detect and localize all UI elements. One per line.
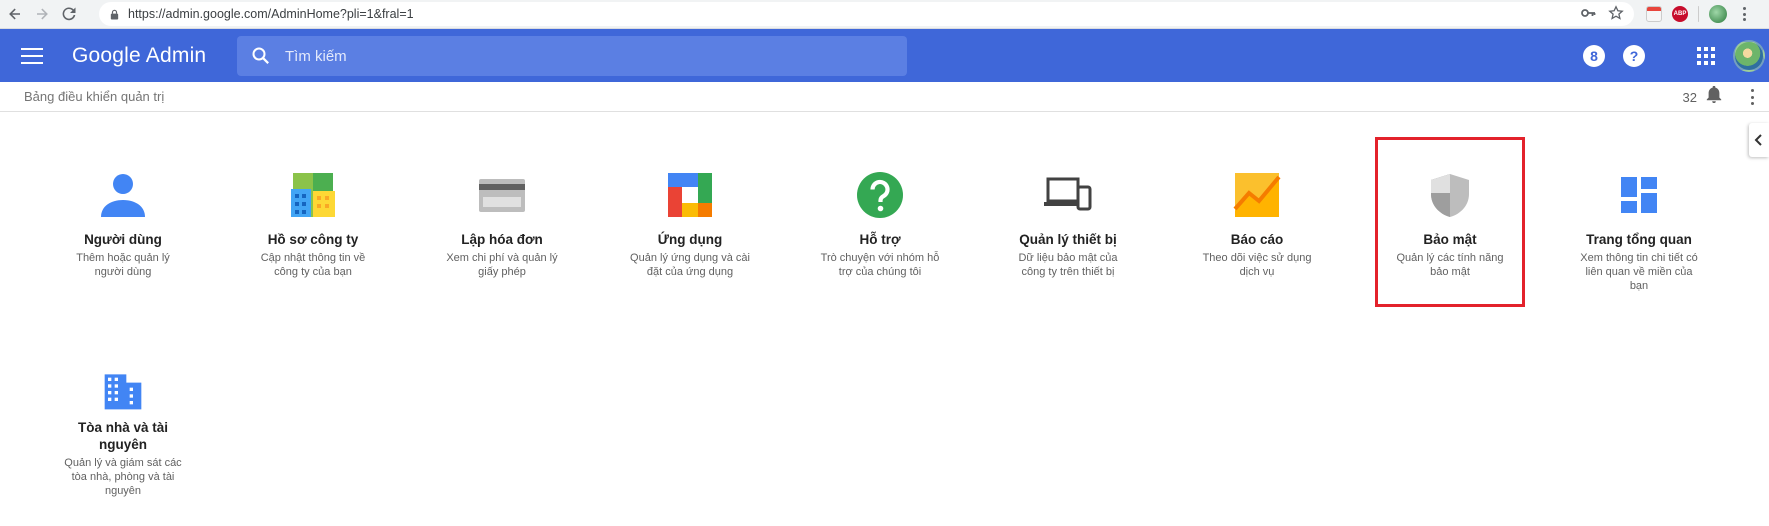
url-text: https://admin.google.com/AdminHome?pli=1… <box>128 7 414 21</box>
app-brand[interactable]: Google Admin <box>72 44 206 68</box>
tile-reports[interactable]: Báo cáo Theo dõi việc sử dụng dịch vụ <box>1187 171 1327 279</box>
forward-icon[interactable] <box>30 2 54 26</box>
notification-count: 32 <box>1682 89 1697 105</box>
collapse-panel-icon[interactable] <box>1749 123 1769 157</box>
breadcrumb[interactable]: Bảng điều khiển quản trị <box>24 89 164 104</box>
dashboard-icon <box>1621 177 1657 213</box>
app-header: Google Admin 8 ? <box>0 29 1769 82</box>
tile-company-profile[interactable]: Hồ sơ công ty Cập nhật thông tin về công… <box>243 171 383 279</box>
tile-desc: Xem chi phí và quản lý giấy phép <box>446 252 558 278</box>
company-buildings-icon <box>291 173 335 217</box>
tile-title: Hồ sơ công ty <box>267 232 359 247</box>
tile-title: Báo cáo <box>1230 232 1284 247</box>
tile-title: Người dùng <box>84 232 162 247</box>
back-icon[interactable] <box>3 2 27 26</box>
reports-chart-icon <box>1233 173 1281 217</box>
hamburger-menu-icon[interactable] <box>21 47 43 64</box>
apps-launcher-icon[interactable] <box>1697 46 1715 65</box>
credit-card-icon <box>479 179 525 212</box>
devices-icon <box>1044 177 1092 211</box>
separator-icon <box>1698 6 1699 22</box>
tile-device-management[interactable]: Quản lý thiết bị Dữ liệu bảo mật của côn… <box>998 171 1138 279</box>
reload-icon[interactable] <box>57 2 81 26</box>
tile-title: Quản lý thiết bị <box>1019 232 1117 247</box>
tile-title: Hỗ trợ <box>859 232 901 247</box>
browser-toolbar: https://admin.google.com/AdminHome?pli=1… <box>0 0 1769 29</box>
tile-dashboard[interactable]: Trang tổng quan Xem thông tin chi tiết c… <box>1569 171 1709 293</box>
tile-title: Ứng dụng <box>657 232 723 247</box>
tile-title: Trang tổng quan <box>1586 232 1692 247</box>
more-options-icon[interactable] <box>1751 89 1755 105</box>
help-glyph: ? <box>1629 47 1639 64</box>
tile-desc: Cập nhật thông tin về công ty của bạn <box>260 252 366 278</box>
lock-icon <box>110 9 119 20</box>
key-icon[interactable] <box>1580 5 1596 21</box>
account-avatar[interactable] <box>1733 39 1765 72</box>
help-circle-icon <box>857 172 903 218</box>
adblock-extension-icon[interactable]: ABP <box>1672 6 1688 22</box>
search-input[interactable] <box>285 47 865 65</box>
apps-tiles-icon <box>668 173 712 217</box>
tile-desc: Dữ liệu bảo mật của công ty trên thiết b… <box>1018 252 1118 278</box>
breadcrumb-bar: Bảng điều khiển quản trị 32 <box>0 82 1769 112</box>
tile-buildings-resources[interactable]: Tòa nhà và tài nguyên Quản lý và giám sá… <box>53 371 193 498</box>
support-glyph: 8 <box>1590 47 1598 64</box>
person-icon <box>101 174 145 217</box>
support-icon[interactable]: 8 <box>1583 44 1605 67</box>
address-bar[interactable]: https://admin.google.com/AdminHome?pli=1… <box>99 2 1634 26</box>
tile-users[interactable]: Người dùng Thêm hoặc quản lý người dùng <box>53 171 193 279</box>
calendar-extension-icon[interactable] <box>1646 6 1662 22</box>
tile-billing[interactable]: Lập hóa đơn Xem chi phí và quản lý giấy … <box>432 171 572 279</box>
bookmark-star-icon[interactable] <box>1608 5 1624 21</box>
adblock-label: ABP <box>1673 11 1687 17</box>
tile-desc: Xem thông tin chi tiết có liên quan về m… <box>1580 252 1698 292</box>
tile-title: Tòa nhà và tài nguyên <box>77 420 169 452</box>
tile-desc: Thêm hoặc quản lý người dùng <box>76 252 170 278</box>
browser-menu-icon[interactable] <box>1743 7 1747 21</box>
tile-apps[interactable]: Ứng dụng Quản lý ứng dụng và cài đặt của… <box>620 171 760 279</box>
tile-desc: Theo dõi việc sử dụng dịch vụ <box>1202 252 1312 278</box>
tile-desc: Quản lý ứng dụng và cài đặt của ứng dụng <box>630 252 750 278</box>
browser-profile-icon[interactable] <box>1709 5 1727 23</box>
tile-desc: Quản lý và giám sát các tòa nhà, phòng v… <box>64 457 182 497</box>
bell-icon[interactable] <box>1705 85 1723 109</box>
building-icon <box>104 374 142 410</box>
tile-desc: Trò chuyện với nhóm hỗ trợ của chúng tôi <box>820 252 940 278</box>
highlight-box <box>1375 137 1525 307</box>
tile-support[interactable]: Hỗ trợ Trò chuyện với nhóm hỗ trợ của ch… <box>810 171 950 279</box>
help-icon[interactable]: ? <box>1623 44 1645 67</box>
search-icon <box>252 47 269 64</box>
tile-title: Lập hóa đơn <box>461 232 543 247</box>
search-box[interactable] <box>237 36 907 76</box>
